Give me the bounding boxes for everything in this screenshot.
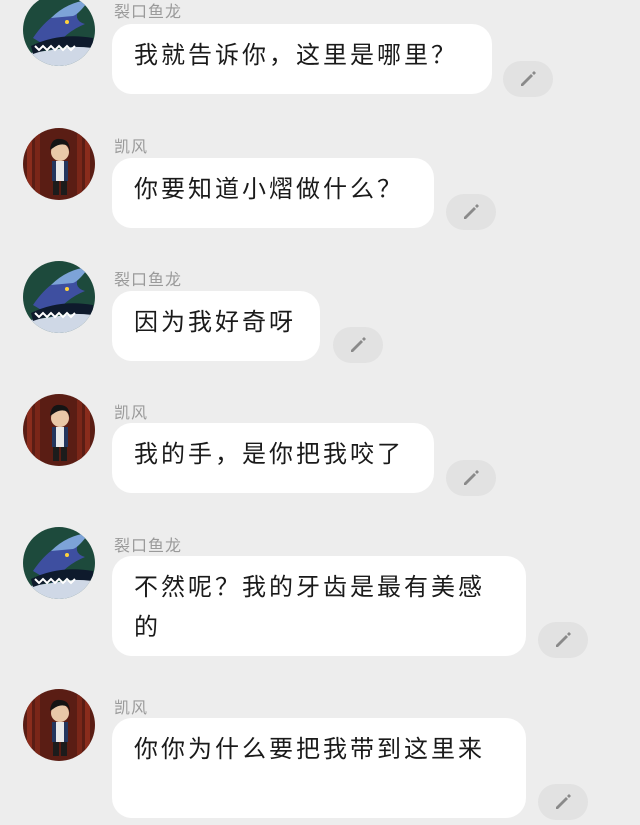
edit-button[interactable] bbox=[333, 327, 383, 363]
message-bubble[interactable]: 我就告诉你，这里是哪里？ bbox=[112, 24, 492, 94]
message-bubble[interactable]: 你你为什么要把我带到这里来 bbox=[112, 718, 526, 818]
message-bubble[interactable]: 不然呢？我的牙齿是最有美感的 bbox=[112, 556, 526, 656]
pencil-icon bbox=[464, 204, 479, 219]
dragon-avatar-image bbox=[23, 261, 95, 333]
sender-name: 裂口鱼龙 bbox=[114, 2, 183, 21]
edit-button[interactable] bbox=[538, 622, 588, 658]
sender-name: 裂口鱼龙 bbox=[114, 536, 183, 555]
sender-name: 凯风 bbox=[114, 137, 149, 156]
dragon-avatar[interactable] bbox=[23, 261, 95, 333]
message-bubble[interactable]: 因为我好奇呀 bbox=[112, 291, 320, 361]
pencil-icon bbox=[556, 632, 571, 647]
dragon-avatar[interactable] bbox=[23, 527, 95, 599]
sender-name: 凯风 bbox=[114, 698, 149, 717]
message-bubble[interactable]: 我的手，是你把我咬了 bbox=[112, 423, 434, 493]
edit-button[interactable] bbox=[503, 61, 553, 97]
sender-name: 裂口鱼龙 bbox=[114, 270, 183, 289]
chat-thread: 裂口鱼龙 我就告诉你，这里是哪里？ 凯风 你要知道小熠做什么？ 裂口鱼龙 因为我… bbox=[0, 0, 640, 825]
pencil-icon bbox=[521, 71, 536, 86]
boy-avatar[interactable] bbox=[23, 689, 95, 761]
pencil-icon bbox=[464, 470, 479, 485]
dragon-avatar[interactable] bbox=[23, 0, 95, 66]
boy-avatar[interactable] bbox=[23, 128, 95, 200]
edit-button[interactable] bbox=[446, 460, 496, 496]
boy-avatar[interactable] bbox=[23, 394, 95, 466]
dragon-avatar-image bbox=[23, 0, 95, 66]
pencil-icon bbox=[351, 337, 366, 352]
boy-avatar-image bbox=[23, 128, 95, 200]
sender-name: 凯风 bbox=[114, 403, 149, 422]
message-bubble[interactable]: 你要知道小熠做什么？ bbox=[112, 158, 434, 228]
pencil-icon bbox=[556, 794, 571, 809]
edit-button[interactable] bbox=[538, 784, 588, 820]
boy-avatar-image bbox=[23, 394, 95, 466]
edit-button[interactable] bbox=[446, 194, 496, 230]
boy-avatar-image bbox=[23, 689, 95, 761]
dragon-avatar-image bbox=[23, 527, 95, 599]
